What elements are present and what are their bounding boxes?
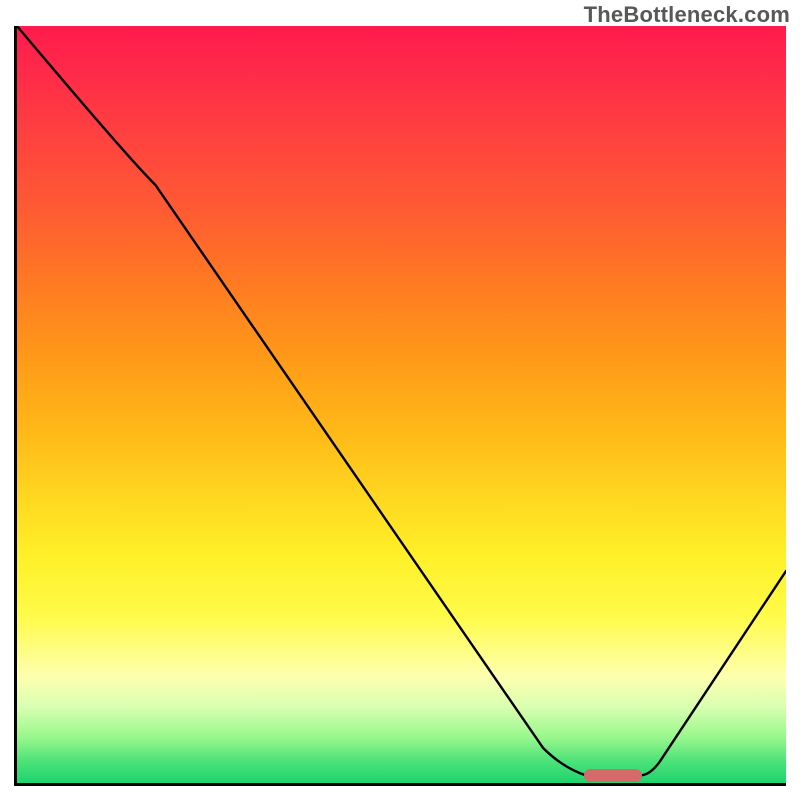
watermark-text: TheBottleneck.com [584, 2, 790, 28]
bottleneck-curve [17, 26, 786, 783]
target-marker [584, 769, 642, 782]
plot-area [14, 26, 786, 786]
chart-frame: TheBottleneck.com [0, 0, 800, 800]
